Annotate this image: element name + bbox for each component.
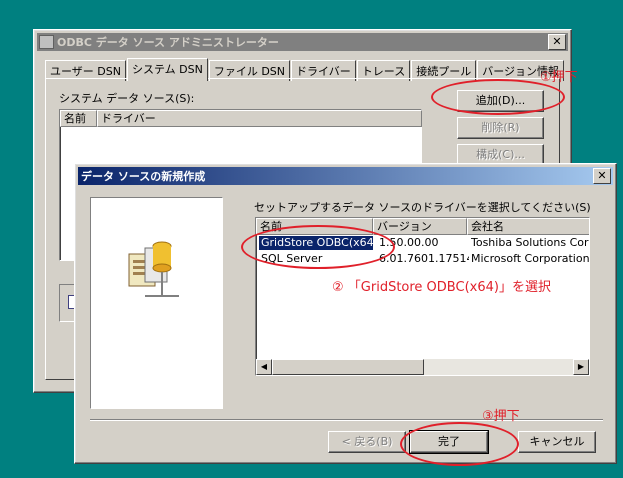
driver-row-company: Microsoft Corporation bbox=[471, 252, 589, 265]
dialog-titlebar: データ ソースの新規作成 ✕ bbox=[78, 167, 613, 185]
driver-select-prompt: セットアップするデータ ソースのドライバーを選択してください(S) bbox=[254, 201, 591, 214]
annotation-step2: ② 「GridStore ODBC(x64)」を選択 bbox=[332, 280, 551, 295]
driver-row-company: Toshiba Solutions Corp bbox=[471, 236, 589, 249]
button-separator bbox=[90, 419, 603, 421]
system-dsn-label: システム データ ソース(S): bbox=[59, 92, 195, 105]
dialog-close-button[interactable]: ✕ bbox=[593, 168, 611, 184]
database-wizard-icon bbox=[128, 241, 179, 297]
column-header-version[interactable]: バージョン bbox=[373, 218, 467, 235]
column-header-name[interactable]: 名前 bbox=[60, 110, 97, 127]
admin-titlebar: ODBC データ ソース アドミニストレーター ✕ bbox=[37, 33, 568, 51]
wizard-image-panel bbox=[90, 197, 223, 409]
admin-close-button[interactable]: ✕ bbox=[548, 34, 566, 50]
dialog-title: データ ソースの新規作成 bbox=[81, 170, 206, 183]
scroll-thumb[interactable] bbox=[272, 359, 424, 375]
admin-title: ODBC データ ソース アドミニストレーター bbox=[57, 36, 279, 49]
scroll-left-icon[interactable]: ◀ bbox=[256, 359, 272, 375]
scroll-right-icon[interactable]: ▶ bbox=[573, 359, 589, 375]
column-header-driver[interactable]: ドライバー bbox=[97, 110, 422, 127]
remove-button[interactable]: 削除(R) bbox=[457, 117, 544, 139]
annotation-ellipse-gridstore bbox=[241, 225, 395, 269]
tab-system-dsn[interactable]: システム DSN bbox=[126, 58, 208, 81]
annotation-ellipse-finish bbox=[400, 422, 519, 466]
annotation-step3: ③押下 bbox=[482, 409, 520, 424]
odbc-app-icon bbox=[39, 35, 54, 49]
new-data-source-dialog: データ ソースの新規作成 ✕ セットアップするデータ ソースのドライバーを選択し… bbox=[74, 163, 617, 464]
driver-row-version: 6.01.7601.17514 bbox=[379, 252, 469, 265]
horizontal-scrollbar[interactable]: ◀ ▶ bbox=[256, 359, 589, 375]
annotation-step1: ①押下 bbox=[540, 70, 578, 85]
cancel-button[interactable]: キャンセル bbox=[518, 431, 596, 453]
back-button[interactable]: < 戻る(B) bbox=[328, 431, 406, 453]
column-header-company[interactable]: 会社名 bbox=[467, 218, 589, 235]
